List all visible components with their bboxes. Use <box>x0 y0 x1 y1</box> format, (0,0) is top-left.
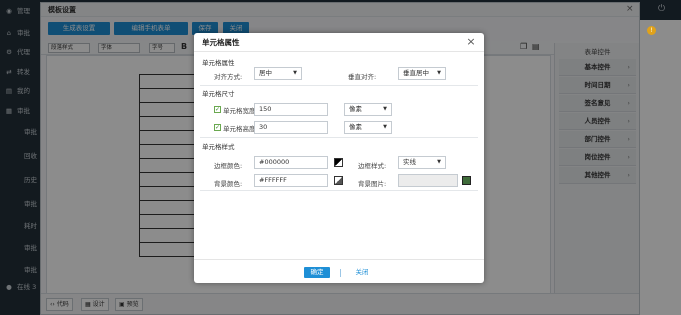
section-cell-properties: 单元格属性 <box>202 59 235 67</box>
divider <box>340 269 341 277</box>
width-input[interactable]: 150 <box>254 103 328 116</box>
close-icon[interactable]: × <box>464 36 478 50</box>
width-unit-select[interactable]: 像素 ▼ <box>344 103 392 116</box>
h-align-select[interactable]: 居中 ▼ <box>254 67 302 80</box>
v-align-select[interactable]: 垂直居中 ▼ <box>398 67 446 80</box>
border-style-select[interactable]: 实线 ▼ <box>398 156 446 169</box>
section-cell-size: 单元格尺寸 <box>202 90 235 98</box>
bg-color-input[interactable]: #FFFFFF <box>254 174 328 187</box>
caret-down-icon: ▼ <box>383 106 387 112</box>
height-checkbox[interactable]: ✓ <box>214 124 221 131</box>
help-icon[interactable]: ! <box>647 26 656 35</box>
dialog-footer: 确定 关闭 <box>194 259 484 283</box>
ok-button[interactable]: 确定 <box>304 267 330 278</box>
dialog-title: 单元格属性 <box>194 33 484 52</box>
height-label: 单元格高度: <box>223 125 258 133</box>
bg-color-label: 背景颜色: <box>214 180 243 188</box>
divider <box>200 85 478 86</box>
color-picker-icon[interactable] <box>334 158 343 167</box>
divider <box>200 137 478 138</box>
v-align-label: 垂直对齐: <box>348 73 377 81</box>
caret-down-icon: ▼ <box>293 70 297 76</box>
caret-down-icon: ▼ <box>383 124 387 130</box>
height-input[interactable]: 30 <box>254 121 328 134</box>
height-unit-select[interactable]: 像素 ▼ <box>344 121 392 134</box>
border-color-input[interactable]: #000000 <box>254 156 328 169</box>
width-label: 单元格宽度: <box>223 107 258 115</box>
h-align-label: 对齐方式: <box>214 73 243 81</box>
divider <box>200 190 478 191</box>
width-checkbox[interactable]: ✓ <box>214 106 221 113</box>
bg-image-input[interactable] <box>398 174 458 187</box>
border-style-label: 边框样式: <box>358 162 387 170</box>
border-color-label: 边框颜色: <box>214 162 243 170</box>
image-picker-icon[interactable] <box>462 176 471 185</box>
caret-down-icon: ▼ <box>437 70 441 76</box>
cell-properties-dialog: 单元格属性 × 单元格属性 对齐方式: 居中 ▼ 垂直对齐: 垂直居中 ▼ 单元格尺… <box>194 33 484 283</box>
bg-image-label: 背景图片: <box>358 180 387 188</box>
caret-down-icon: ▼ <box>437 159 441 165</box>
close-dialog-button[interactable]: 关闭 <box>352 267 372 278</box>
section-cell-style: 单元格样式 <box>202 143 235 151</box>
color-picker-icon[interactable] <box>334 176 343 185</box>
